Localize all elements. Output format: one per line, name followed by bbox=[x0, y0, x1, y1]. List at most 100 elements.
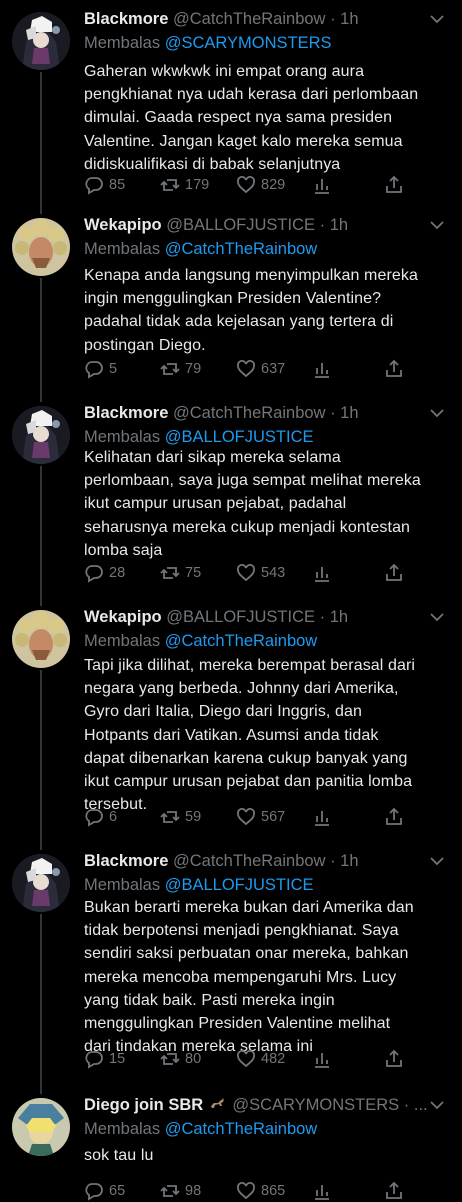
replying-to-label: Membalas bbox=[84, 632, 161, 650]
reply-mention[interactable]: @BALLOFJUSTICE bbox=[165, 428, 314, 446]
display-name[interactable]: Blackmore bbox=[84, 852, 168, 870]
reply-button[interactable]: 6 bbox=[84, 806, 117, 828]
reply-button[interactable]: 15 bbox=[84, 1048, 125, 1070]
share-button[interactable] bbox=[384, 562, 404, 584]
reply-button[interactable]: 85 bbox=[84, 174, 125, 196]
user-handle[interactable]: @CatchTheRainbow bbox=[173, 852, 326, 870]
timestamp[interactable]: 1h bbox=[330, 608, 348, 626]
reply-button[interactable]: 28 bbox=[84, 562, 125, 584]
tweet[interactable]: Wekapipo @BALLOFJUSTICE · 1h Membalas @C… bbox=[0, 598, 462, 850]
avatar[interactable] bbox=[12, 610, 70, 668]
more-caret-icon[interactable] bbox=[428, 608, 446, 626]
like-icon bbox=[237, 808, 255, 826]
tweet-text-line: Kelihatan dari sikap mereka selama bbox=[84, 449, 341, 466]
reply-count: 28 bbox=[109, 565, 126, 581]
tweet-header: Diego join SBR @SCARYMONSTERS · ... bbox=[84, 1096, 450, 1118]
avatar[interactable] bbox=[12, 12, 70, 70]
more-caret-icon[interactable] bbox=[428, 852, 446, 870]
tweet-text-line: dapat dibenarkan karena cukup banyak yan… bbox=[84, 749, 408, 767]
user-handle[interactable]: @CatchTheRainbow bbox=[173, 10, 326, 28]
tweet-text: Tapi jika dilihat, mereka berempat beras… bbox=[84, 654, 456, 816]
like-button[interactable]: 543 bbox=[236, 562, 285, 584]
retweet-count: 179 bbox=[185, 177, 210, 193]
tweet[interactable]: Blackmore @CatchTheRainbow · 1h Membalas… bbox=[0, 0, 462, 206]
timestamp[interactable]: 1h bbox=[340, 852, 358, 870]
replying-to-label: Membalas bbox=[84, 1120, 161, 1138]
more-caret-icon[interactable] bbox=[428, 10, 446, 28]
tweet[interactable]: Blackmore @CatchTheRainbow · 1h Membalas… bbox=[0, 842, 462, 1090]
display-name[interactable]: Wekapipo bbox=[84, 216, 162, 234]
tweet-header: Blackmore @CatchTheRainbow · 1h bbox=[84, 852, 450, 874]
reply-icon bbox=[85, 565, 103, 583]
analytics-button[interactable] bbox=[312, 358, 332, 380]
like-count: 637 bbox=[261, 361, 286, 377]
reply-mention[interactable]: @SCARYMONSTERS bbox=[165, 34, 332, 52]
tweet-text: Bukan berarti mereka bukan dari Amerika … bbox=[84, 896, 456, 1058]
more-caret-icon[interactable] bbox=[428, 1096, 446, 1114]
timestamp[interactable]: ... bbox=[414, 1096, 428, 1114]
reply-mention[interactable]: @CatchTheRainbow bbox=[165, 632, 318, 650]
share-icon bbox=[386, 1049, 402, 1067]
timestamp[interactable]: 1h bbox=[340, 404, 358, 422]
tweet-text-line: menggulingkan Presiden Valentine melihat bbox=[84, 1015, 391, 1033]
display-name[interactable]: Diego join SBR bbox=[84, 1096, 203, 1114]
share-button[interactable] bbox=[384, 174, 404, 196]
like-button[interactable]: 865 bbox=[236, 1180, 285, 1202]
share-button[interactable] bbox=[384, 1180, 404, 1202]
retweet-icon bbox=[160, 1185, 180, 1197]
more-caret-icon[interactable] bbox=[428, 216, 446, 234]
avatar[interactable] bbox=[12, 218, 70, 276]
retweet-button[interactable]: 98 bbox=[160, 1180, 201, 1202]
reply-mention[interactable]: @BALLOFJUSTICE bbox=[165, 876, 314, 894]
tweet[interactable]: Blackmore @CatchTheRainbow · 1h Membalas… bbox=[0, 392, 462, 600]
avatar[interactable] bbox=[12, 1098, 70, 1156]
share-button[interactable] bbox=[384, 358, 404, 380]
replying-to: Membalas @BALLOFJUSTICE bbox=[84, 876, 314, 895]
tweet-actions: 28 75 543 bbox=[84, 562, 424, 584]
display-name[interactable]: Wekapipo bbox=[84, 608, 162, 626]
analytics-button[interactable] bbox=[312, 1180, 332, 1202]
user-handle[interactable]: @BALLOFJUSTICE bbox=[166, 608, 315, 626]
retweet-button[interactable]: 59 bbox=[160, 806, 201, 828]
reply-button[interactable]: 65 bbox=[84, 1180, 125, 1202]
tweet-text-line: pengkhianat nya udah kerasa dari perlomb… bbox=[84, 86, 419, 104]
more-caret-icon[interactable] bbox=[428, 404, 446, 422]
like-count: 543 bbox=[261, 565, 286, 581]
like-button[interactable]: 637 bbox=[236, 358, 285, 380]
share-icon bbox=[386, 175, 402, 193]
display-name[interactable]: Blackmore bbox=[84, 404, 168, 422]
share-button[interactable] bbox=[384, 1048, 404, 1070]
tweet-thread: Blackmore @CatchTheRainbow · 1h Membalas… bbox=[0, 0, 462, 1202]
like-button[interactable]: 567 bbox=[236, 806, 285, 828]
reply-button[interactable]: 5 bbox=[84, 358, 117, 380]
tweet-text: Kenapa anda langsung menyimpulkan mereka… bbox=[84, 264, 456, 357]
like-button[interactable]: 482 bbox=[236, 1048, 285, 1070]
timestamp[interactable]: 1h bbox=[330, 216, 348, 234]
avatar[interactable] bbox=[12, 854, 70, 912]
analytics-button[interactable] bbox=[312, 806, 332, 828]
analytics-button[interactable] bbox=[312, 562, 332, 584]
separator-dot: · bbox=[330, 852, 336, 870]
replying-to-label: Membalas bbox=[84, 876, 161, 894]
timestamp[interactable]: 1h bbox=[340, 10, 358, 28]
user-handle[interactable]: @CatchTheRainbow bbox=[173, 404, 326, 422]
user-handle[interactable]: @SCARYMONSTERS bbox=[232, 1096, 399, 1114]
tweet[interactable]: Wekapipo @BALLOFJUSTICE · 1h Membalas @C… bbox=[0, 202, 462, 396]
avatar[interactable] bbox=[12, 406, 70, 464]
thread-line bbox=[40, 72, 42, 204]
analytics-button[interactable] bbox=[312, 1048, 332, 1070]
display-name[interactable]: Blackmore bbox=[84, 10, 168, 28]
tweet[interactable]: Diego join SBR @SCARYMONSTERS · ... Memb… bbox=[0, 1086, 462, 1202]
blackmore-avatar-image bbox=[12, 406, 70, 464]
retweet-button[interactable]: 179 bbox=[160, 174, 209, 196]
like-button[interactable]: 829 bbox=[236, 174, 285, 196]
reply-mention[interactable]: @CatchTheRainbow bbox=[165, 240, 318, 258]
retweet-button[interactable]: 75 bbox=[160, 562, 201, 584]
analytics-button[interactable] bbox=[312, 174, 332, 196]
user-handle[interactable]: @BALLOFJUSTICE bbox=[166, 216, 315, 234]
reply-mention[interactable]: @CatchTheRainbow bbox=[165, 1120, 318, 1138]
retweet-button[interactable]: 80 bbox=[160, 1048, 201, 1070]
replying-to-label: Membalas bbox=[84, 34, 161, 52]
retweet-button[interactable]: 79 bbox=[160, 358, 201, 380]
share-button[interactable] bbox=[384, 806, 404, 828]
